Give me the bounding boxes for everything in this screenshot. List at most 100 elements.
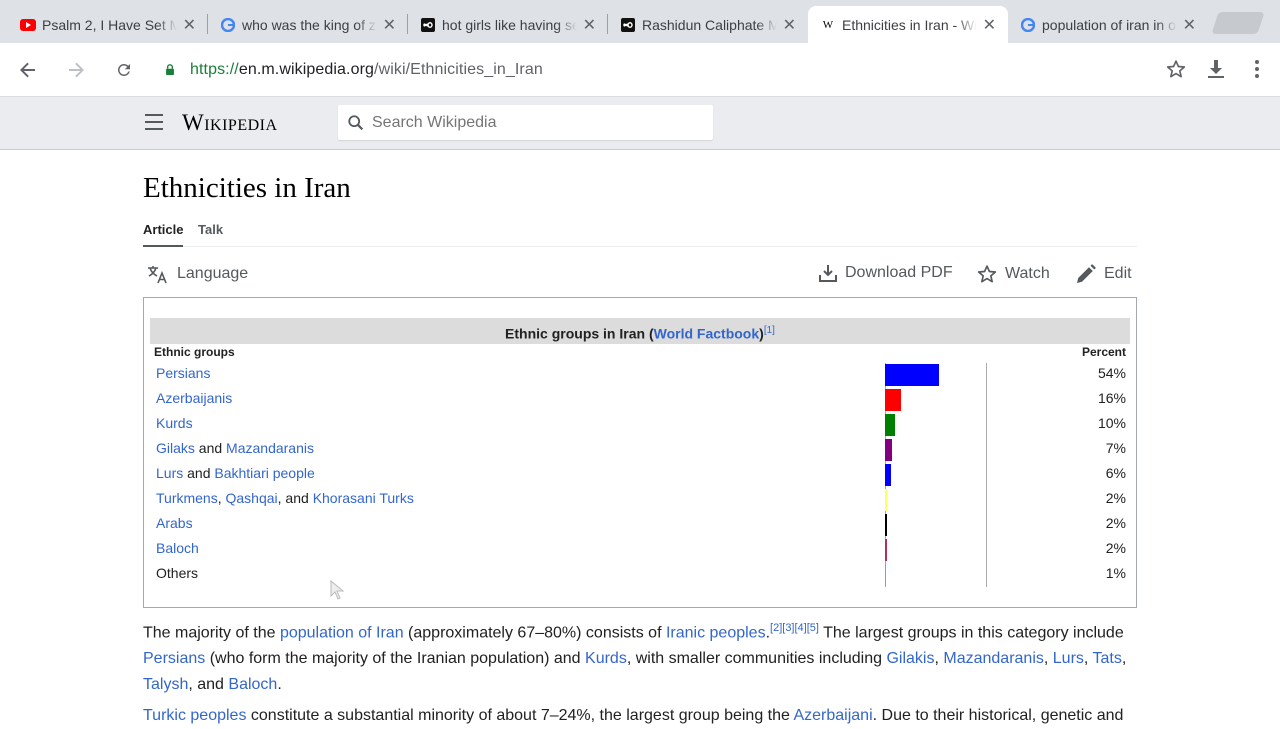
- ethnic-group-link[interactable]: Mazandaranis: [226, 440, 314, 456]
- edit-button[interactable]: Edit: [1076, 264, 1132, 284]
- google-icon: [1020, 17, 1036, 33]
- percent-value: 1%: [1105, 565, 1126, 581]
- column-header-groups: Ethnic groups: [154, 345, 235, 359]
- paragraph-text: The majority of the: [143, 624, 280, 642]
- ethnic-group-label: Baloch: [156, 540, 199, 556]
- ethnic-group-label: Persians: [156, 365, 210, 381]
- close-icon[interactable]: ✕: [1183, 15, 1196, 35]
- page-actions: Language Download PDF Watch Edit: [143, 256, 1137, 296]
- mouse-cursor-icon: [330, 580, 344, 600]
- article-link[interactable]: Lurs: [1053, 650, 1084, 667]
- browser-tab[interactable]: Psalm 2, I Have Set My King ✕: [8, 6, 208, 43]
- close-icon[interactable]: ✕: [983, 15, 996, 35]
- browser-tab-title: hot girls like having sex: [442, 16, 577, 33]
- tab-separator: [407, 14, 408, 34]
- close-icon[interactable]: ✕: [383, 15, 396, 35]
- ethnic-group-link[interactable]: Kurds: [156, 415, 193, 431]
- article-link[interactable]: Turkic peoples: [143, 707, 246, 724]
- download-pdf-button[interactable]: Download PDF: [819, 264, 953, 282]
- browser-tab[interactable]: hot girls like having sex ✕: [408, 6, 608, 43]
- ethnic-group-link[interactable]: Turkmens: [156, 490, 218, 506]
- article-link[interactable]: Gilakis: [886, 650, 934, 667]
- ethnic-group-label: Others: [156, 565, 198, 581]
- ethnic-group-link[interactable]: Arabs: [156, 515, 193, 531]
- browser-tab-title: Rashidun Caliphate Map: [642, 16, 777, 33]
- browser-tab[interactable]: population of iran in one year ✕: [1008, 6, 1208, 43]
- kebab-menu-icon: [1255, 60, 1259, 78]
- url-host: en.m.wikipedia.org: [238, 61, 375, 78]
- youtube-icon: [20, 17, 36, 33]
- new-tab-button[interactable]: [1211, 12, 1265, 34]
- caption-ref-link[interactable]: [1]: [764, 325, 775, 336]
- close-icon[interactable]: ✕: [583, 15, 596, 35]
- ethnic-group-link[interactable]: Baloch: [156, 540, 199, 556]
- browser-tab[interactable]: Rashidun Caliphate Map ✕: [608, 6, 808, 43]
- bookmark-star-button[interactable]: [1164, 57, 1188, 81]
- main-menu-button[interactable]: [145, 114, 163, 130]
- back-button[interactable]: [14, 56, 42, 84]
- ethnic-group-label: Gilaks and Mazandaranis: [156, 440, 314, 456]
- paragraph-text: (who form the majority of the Iranian po…: [205, 650, 586, 668]
- ethnic-group-link[interactable]: Persians: [156, 365, 210, 381]
- article-link[interactable]: Kurds: [585, 650, 627, 667]
- paragraph-text: , with smaller communities including: [626, 650, 887, 668]
- close-icon[interactable]: ✕: [183, 15, 196, 35]
- article-link[interactable]: Persians: [143, 650, 205, 667]
- article-link[interactable]: population of Iran: [280, 624, 404, 641]
- forward-button[interactable]: [62, 56, 90, 84]
- article-link[interactable]: Mazandaranis: [943, 650, 1044, 667]
- reference-link[interactable]: [2][3][4][5]: [770, 622, 819, 634]
- watch-button[interactable]: Watch: [977, 264, 1050, 284]
- browser-tab[interactable]: who was the king of zion ✕: [208, 6, 408, 43]
- article-link[interactable]: Baloch: [228, 676, 277, 693]
- close-icon[interactable]: ✕: [783, 15, 796, 35]
- table-row: Persians 54%: [144, 362, 1138, 387]
- ethnic-group-link[interactable]: Bakhtiari people: [214, 465, 314, 481]
- percent-value: 7%: [1105, 440, 1126, 456]
- label-text: and: [183, 465, 215, 481]
- address-bar[interactable]: https://en.m.wikipedia.org/wiki/Ethnicit…: [150, 51, 1234, 89]
- percent-value: 6%: [1105, 465, 1126, 481]
- search-input[interactable]: [372, 105, 702, 140]
- search-box[interactable]: [338, 105, 713, 140]
- percent-value: 2%: [1105, 515, 1126, 531]
- label-text: and: [194, 440, 227, 456]
- reload-icon: [117, 64, 130, 76]
- ethnic-groups-table: Ethnic groups in Iran (World Factbook)[1…: [143, 297, 1137, 608]
- ethnic-group-link[interactable]: Gilaks: [156, 440, 195, 456]
- label-text: Others: [156, 565, 199, 581]
- article-link[interactable]: Iranic peoples: [666, 624, 766, 641]
- ethnic-group-label: Azerbaijanis: [156, 390, 232, 406]
- url-scheme: https://: [190, 61, 239, 78]
- browser-menu-button[interactable]: [1245, 57, 1269, 81]
- lock-icon: [166, 64, 174, 75]
- tab-article[interactable]: Article: [143, 222, 184, 247]
- star-icon: [1166, 60, 1186, 78]
- paragraph-text: constitute a substantial minority of abo…: [246, 707, 794, 724]
- browser-tab[interactable]: W Ethnicities in Iran - Wikipedia ✕: [808, 6, 1008, 43]
- tab-talk[interactable]: Talk: [198, 222, 223, 237]
- url-path: /wiki/Ethnicities_in_Iran: [374, 61, 543, 78]
- article-link[interactable]: Azerbaijani: [793, 707, 872, 724]
- ethnic-group-link[interactable]: Lurs: [156, 465, 183, 481]
- language-button[interactable]: Language: [147, 264, 248, 284]
- article-link[interactable]: Tats: [1093, 650, 1122, 667]
- reload-button[interactable]: [110, 56, 138, 84]
- table-row: Lurs and Bakhtiari people 6%: [144, 462, 1138, 487]
- pencil-icon: [1077, 264, 1096, 283]
- ethnic-group-link[interactable]: Khorasani Turks: [313, 490, 414, 506]
- table-row: Gilaks and Mazandaranis 7%: [144, 437, 1138, 462]
- paragraph-text: ,: [1043, 650, 1053, 668]
- caption-world-factbook-link[interactable]: World Factbook: [654, 326, 760, 342]
- table-row: Others 1%: [144, 562, 1138, 587]
- download-button[interactable]: [1204, 57, 1228, 81]
- translate-icon: [148, 266, 167, 284]
- article-link[interactable]: Talysh: [143, 676, 188, 693]
- google-icon: [220, 17, 236, 33]
- ethnic-group-link[interactable]: Qashqai: [226, 490, 278, 506]
- download-icon: [1208, 60, 1224, 78]
- page-title: Ethnicities in Iran: [143, 172, 351, 204]
- ethnic-group-link[interactable]: Azerbaijanis: [156, 390, 232, 406]
- percent-bar: [885, 539, 887, 561]
- wikipedia-wordmark[interactable]: Wikipedia: [182, 110, 278, 136]
